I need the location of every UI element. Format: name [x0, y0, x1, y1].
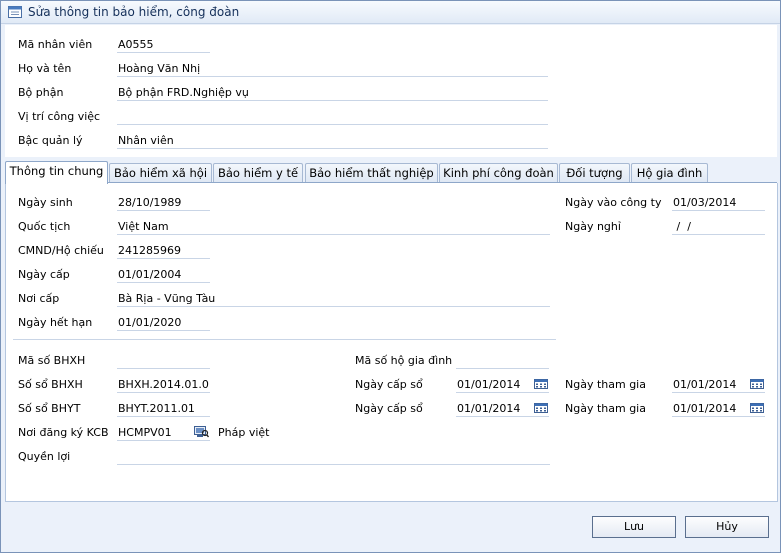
tab-household[interactable]: Hộ gia đình	[631, 163, 708, 182]
department-label: Bộ phận	[18, 86, 64, 99]
bhxh-code-field[interactable]	[117, 354, 210, 369]
edit-insurance-dialog: Sửa thông tin bảo hiểm, công đoàn Mã nhâ…	[0, 0, 781, 553]
kcb-registration-label: Nơi đăng ký KCB	[18, 426, 109, 439]
full-name-field[interactable]: Hoàng Văn Nhị	[117, 62, 548, 77]
management-level-label: Bậc quản lý	[18, 134, 83, 147]
employee-code-field[interactable]: A0555	[117, 38, 210, 53]
form-icon	[8, 6, 22, 18]
cancel-button[interactable]: Hủy	[685, 516, 769, 538]
issue-date-label: Ngày cấp	[18, 268, 70, 281]
tab-unemployment-insurance[interactable]: Bảo hiểm thất nghiệp	[305, 163, 438, 182]
bhxh-join-date-label: Ngày tham gia	[565, 378, 646, 391]
expiry-date-field[interactable]: 01/01/2020	[117, 316, 210, 331]
full-name-label: Họ và tên	[18, 62, 72, 75]
tab-social-insurance[interactable]: Bảo hiểm xã hội	[109, 163, 212, 182]
issue-place-label: Nơi cấp	[18, 292, 60, 305]
household-code-label: Mã số hộ gia đình	[355, 354, 453, 367]
id-passport-label: CMND/Hộ chiếu	[18, 244, 104, 257]
issue-date-field[interactable]: 01/01/2004	[117, 268, 210, 283]
tab-strip: Thông tin chung Bảo hiểm xã hội Bảo hiểm…	[5, 161, 777, 184]
bhyt-issue-date-label: Ngày cấp sổ	[355, 402, 423, 415]
bhyt-book-field[interactable]: BHYT.2011.01	[117, 402, 210, 417]
id-passport-field[interactable]: 241285969	[117, 244, 210, 259]
lookup-icon[interactable]	[194, 426, 209, 438]
calendar-icon[interactable]	[534, 379, 548, 389]
join-date-label: Ngày vào công ty	[565, 196, 662, 209]
section-divider	[13, 339, 556, 340]
bhxh-book-field[interactable]: BHXH.2014.01.0	[117, 378, 210, 393]
kcb-name-text: Pháp việt	[218, 426, 270, 439]
bhxh-code-label: Mã số BHXH	[18, 354, 86, 367]
tab-union-fee[interactable]: Kinh phí công đoàn	[439, 163, 558, 182]
bhyt-book-label: Số sổ BHYT	[18, 402, 81, 415]
nationality-label: Quốc tịch	[18, 220, 71, 233]
tab-health-insurance[interactable]: Bảo hiểm y tế	[213, 163, 303, 182]
join-date-field[interactable]: 01/03/2014	[672, 196, 765, 211]
job-position-label: Vị trí công việc	[18, 110, 101, 123]
title-bar: Sửa thông tin bảo hiểm, công đoàn	[1, 1, 780, 24]
leave-date-label: Ngày nghỉ	[565, 220, 621, 233]
calendar-icon[interactable]	[750, 403, 764, 413]
tab-subject[interactable]: Đối tượng	[559, 163, 630, 182]
department-field[interactable]: Bộ phận FRD.Nghiệp vụ	[117, 86, 548, 101]
nationality-field[interactable]: Việt Nam	[117, 220, 550, 235]
save-button[interactable]: Lưu	[592, 516, 676, 538]
rights-field[interactable]	[117, 450, 550, 465]
calendar-icon[interactable]	[534, 403, 548, 413]
leave-date-field[interactable]: / /	[672, 220, 765, 235]
management-level-field[interactable]: Nhân viên	[117, 134, 548, 149]
dob-label: Ngày sinh	[18, 196, 73, 209]
bhxh-book-label: Số sổ BHXH	[18, 378, 83, 391]
window-title: Sửa thông tin bảo hiểm, công đoàn	[28, 5, 240, 19]
issue-place-field[interactable]: Bà Rịa - Vũng Tàu	[117, 292, 550, 307]
job-position-field[interactable]	[117, 110, 548, 125]
rights-label: Quyền lợi	[18, 450, 71, 463]
dob-field[interactable]: 28/10/1989	[117, 196, 210, 211]
bhxh-issue-date-label: Ngày cấp sổ	[355, 378, 423, 391]
tab-general-info[interactable]: Thông tin chung	[5, 161, 108, 184]
calendar-icon[interactable]	[750, 379, 764, 389]
employee-code-label: Mã nhân viên	[18, 38, 93, 51]
bhyt-join-date-label: Ngày tham gia	[565, 402, 646, 415]
household-code-field[interactable]	[456, 354, 549, 369]
expiry-date-label: Ngày hết hạn	[18, 316, 93, 329]
